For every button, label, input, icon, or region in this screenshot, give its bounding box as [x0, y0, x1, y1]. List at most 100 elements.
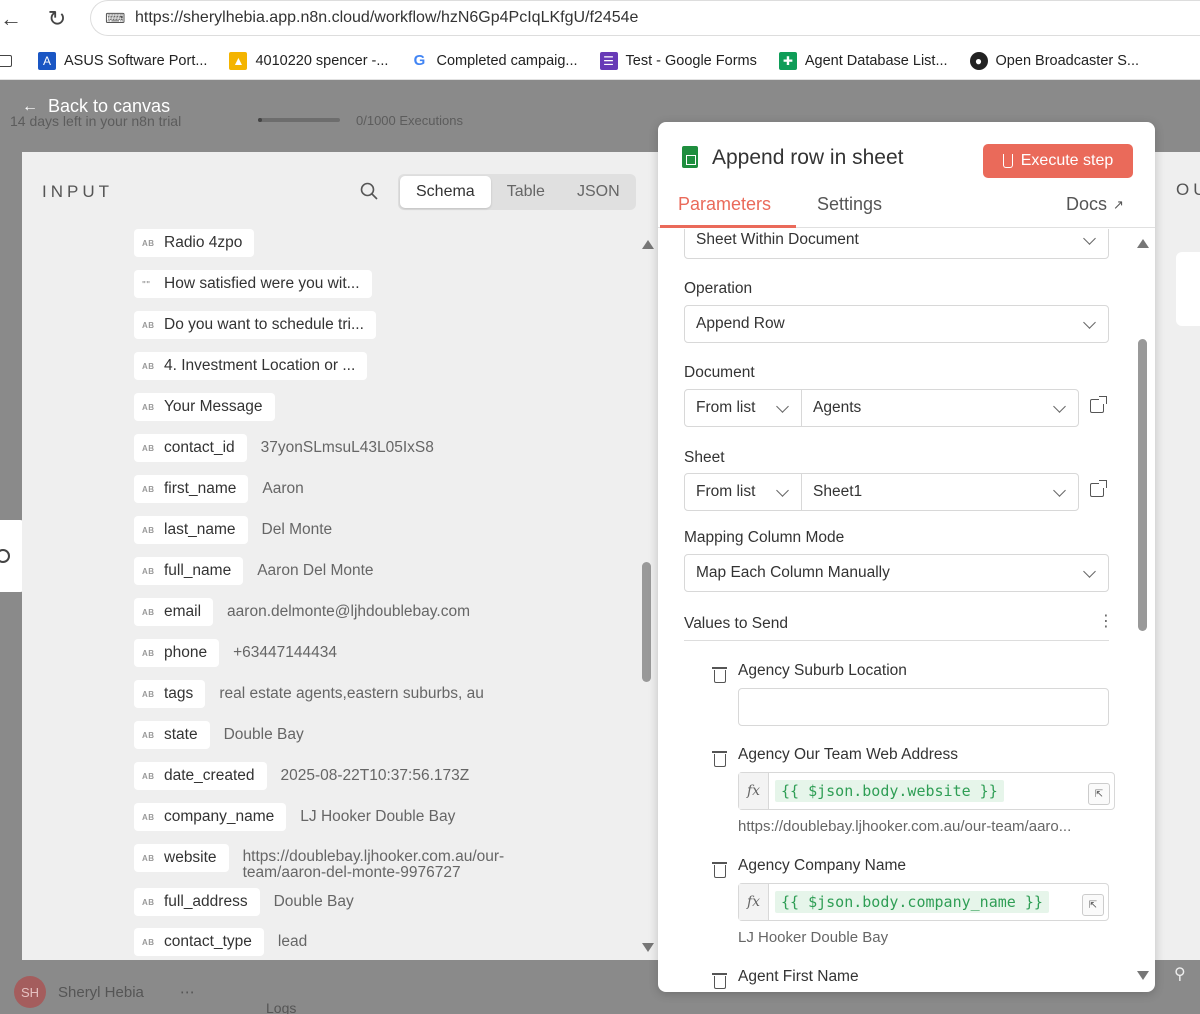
open-expression-editor-icon[interactable]: ⇱	[1082, 894, 1104, 916]
mapping-mode-select[interactable]: Map Each Column Manually	[684, 554, 1109, 592]
docs-link[interactable]: Docs ↗	[1066, 194, 1124, 215]
schema-value: Double Bay	[273, 893, 354, 910]
schema-key-pill[interactable]: AB state	[134, 721, 210, 749]
schema-key-pill[interactable]: AB Do you want to schedule tri...	[134, 311, 376, 339]
node-header: Append row in sheet Execute step Paramet…	[658, 122, 1155, 228]
open-sheet-icon[interactable]	[1090, 480, 1107, 497]
tab-table[interactable]: Table	[491, 176, 561, 208]
field-label: Agency Our Team Web Address	[738, 746, 958, 763]
schema-key-pill[interactable]: AB first_name	[134, 475, 249, 503]
back-to-canvas-button[interactable]: ← Back to canvas	[22, 96, 170, 117]
input-title: INPUT	[42, 182, 113, 201]
schema-value: Aaron Del Monte	[257, 562, 374, 579]
scroll-up-icon[interactable]	[1137, 239, 1149, 248]
schema-key-pill[interactable]: "" How satisfied were you wit...	[134, 270, 372, 298]
schema-row: AB full_name Aaron Del Monte	[134, 556, 374, 586]
tab-schema[interactable]: Schema	[400, 176, 491, 208]
scroll-thumb[interactable]	[1138, 339, 1147, 631]
type-string-icon: AB	[142, 607, 155, 617]
schema-key: 4. Investment Location or ...	[164, 357, 356, 374]
site-info-icon[interactable]: ⌨	[105, 10, 125, 27]
document-mode-select[interactable]: From list	[685, 390, 802, 426]
schema-row: AB contact_type lead	[134, 927, 307, 957]
address-bar[interactable]: ⌨ https://sherylhebia.app.n8n.cloud/work…	[90, 0, 1200, 36]
type-string-icon: AB	[142, 484, 155, 494]
input-panel: INPUT Schema Table JSON AB Radio 4zpo "" Ho…	[22, 152, 658, 960]
schema-key-pill[interactable]: AB website	[134, 844, 229, 872]
trash-icon[interactable]	[712, 973, 727, 989]
execute-step-button[interactable]: Execute step	[983, 144, 1133, 178]
sheet-value-select[interactable]: Sheet1	[802, 474, 1078, 510]
bookmark-asus[interactable]: A ASUS Software Port...	[38, 51, 207, 70]
agency-company-name-expression[interactable]: fx {{ $json.body.company_name }} ⇱	[738, 883, 1109, 921]
schema-key: full_address	[164, 893, 248, 910]
tab-json[interactable]: JSON	[561, 176, 636, 208]
external-link-icon: ↗	[1113, 196, 1124, 212]
type-string-icon: AB	[142, 730, 155, 740]
schema-key-pill[interactable]: AB 4. Investment Location or ...	[134, 352, 368, 380]
parameters-scrollbar[interactable]	[1136, 229, 1150, 992]
scroll-down-icon[interactable]	[1137, 971, 1149, 980]
schema-key: state	[164, 726, 198, 743]
lightbulb-icon[interactable]: ⚲	[1174, 964, 1186, 984]
schema-key-pill[interactable]: AB full_address	[134, 888, 260, 916]
open-document-icon[interactable]	[1090, 396, 1107, 413]
scroll-thumb[interactable]	[642, 562, 651, 682]
mapping-mode-label: Mapping Column Mode	[684, 529, 845, 546]
schema-key-pill[interactable]: AB last_name	[134, 516, 248, 544]
schema-key-pill[interactable]: AB phone	[134, 639, 220, 667]
bookmark-campaign[interactable]: G Completed campaig...	[410, 51, 578, 70]
sheet-mode-select[interactable]: From list	[685, 474, 802, 510]
tab-settings[interactable]: Settings	[817, 194, 882, 215]
document-value-select[interactable]: Agents	[802, 390, 1078, 426]
agency-suburb-input[interactable]	[738, 688, 1109, 726]
scroll-up-icon[interactable]	[642, 240, 654, 249]
output-search-box[interactable]	[1176, 252, 1200, 326]
schema-value: 37yonSLmsuL43L05IxS8	[260, 439, 434, 456]
schema-key-pill[interactable]: AB Radio 4zpo	[134, 229, 255, 257]
schema-key-pill[interactable]: AB date_created	[134, 762, 267, 790]
field-label: Agent First Name	[738, 968, 859, 985]
user-menu[interactable]: SH Sheryl Hebia ⋯	[14, 976, 197, 1008]
bookmark-obs[interactable]: ● Open Broadcaster S...	[969, 51, 1139, 70]
schema-key-pill[interactable]: AB company_name	[134, 803, 287, 831]
sheet-within-document-select[interactable]: Sheet Within Document	[684, 229, 1109, 259]
search-icon[interactable]	[360, 182, 378, 200]
schema-key-pill[interactable]: AB Your Message	[134, 393, 275, 421]
kebab-menu-icon[interactable]: ⋮	[1098, 611, 1114, 631]
type-string-icon: AB	[142, 853, 155, 863]
schema-key-pill[interactable]: AB tags	[134, 680, 206, 708]
bookmark-spencer[interactable]: ▲ 4010220 spencer -...	[229, 51, 388, 70]
logs-label[interactable]: Logs	[266, 1000, 296, 1014]
schema-key-pill[interactable]: AB contact_type	[134, 928, 264, 956]
schema-key: company_name	[164, 808, 275, 825]
node-title[interactable]: Append row in sheet	[712, 146, 903, 170]
document-picker: From list Agents	[684, 389, 1079, 427]
bookmarks-bar: A ASUS Software Port... ▲ 4010220 spence…	[0, 42, 1200, 80]
trash-icon[interactable]	[712, 667, 727, 683]
field-label: Agency Suburb Location	[738, 662, 907, 679]
trash-icon[interactable]	[712, 862, 727, 878]
bookmarks-menu-icon[interactable]	[0, 54, 12, 67]
schema-key-pill[interactable]: AB contact_id	[134, 434, 247, 462]
trash-icon[interactable]	[712, 751, 727, 767]
scroll-down-icon[interactable]	[642, 943, 654, 952]
chevron-down-icon	[1053, 400, 1066, 413]
input-scrollbar[interactable]	[640, 232, 654, 952]
open-expression-editor-icon[interactable]: ⇱	[1088, 783, 1110, 805]
schema-key: date_created	[164, 767, 255, 784]
schema-key: contact_id	[164, 439, 235, 456]
operation-select[interactable]: Append Row	[684, 305, 1109, 343]
reload-icon[interactable]: ↻	[42, 4, 72, 34]
schema-key-pill[interactable]: AB email	[134, 598, 214, 626]
field-label: Agency Company Name	[738, 857, 906, 874]
schema-key-pill[interactable]: AB full_name	[134, 557, 244, 585]
chevron-down-icon	[776, 484, 789, 497]
bookmark-agent-db[interactable]: ✚ Agent Database List...	[778, 51, 948, 70]
node-parameters-panel: Append row in sheet Execute step Paramet…	[658, 122, 1155, 992]
back-arrow-icon[interactable]: ←	[0, 4, 26, 34]
tab-parameters[interactable]: Parameters	[678, 194, 771, 215]
bookmark-forms[interactable]: ☰ Test - Google Forms	[599, 51, 757, 70]
more-options-icon[interactable]: ⋯	[180, 983, 197, 1001]
agency-web-address-expression[interactable]: fx {{ $json.body.website }} ⇱	[738, 772, 1115, 810]
